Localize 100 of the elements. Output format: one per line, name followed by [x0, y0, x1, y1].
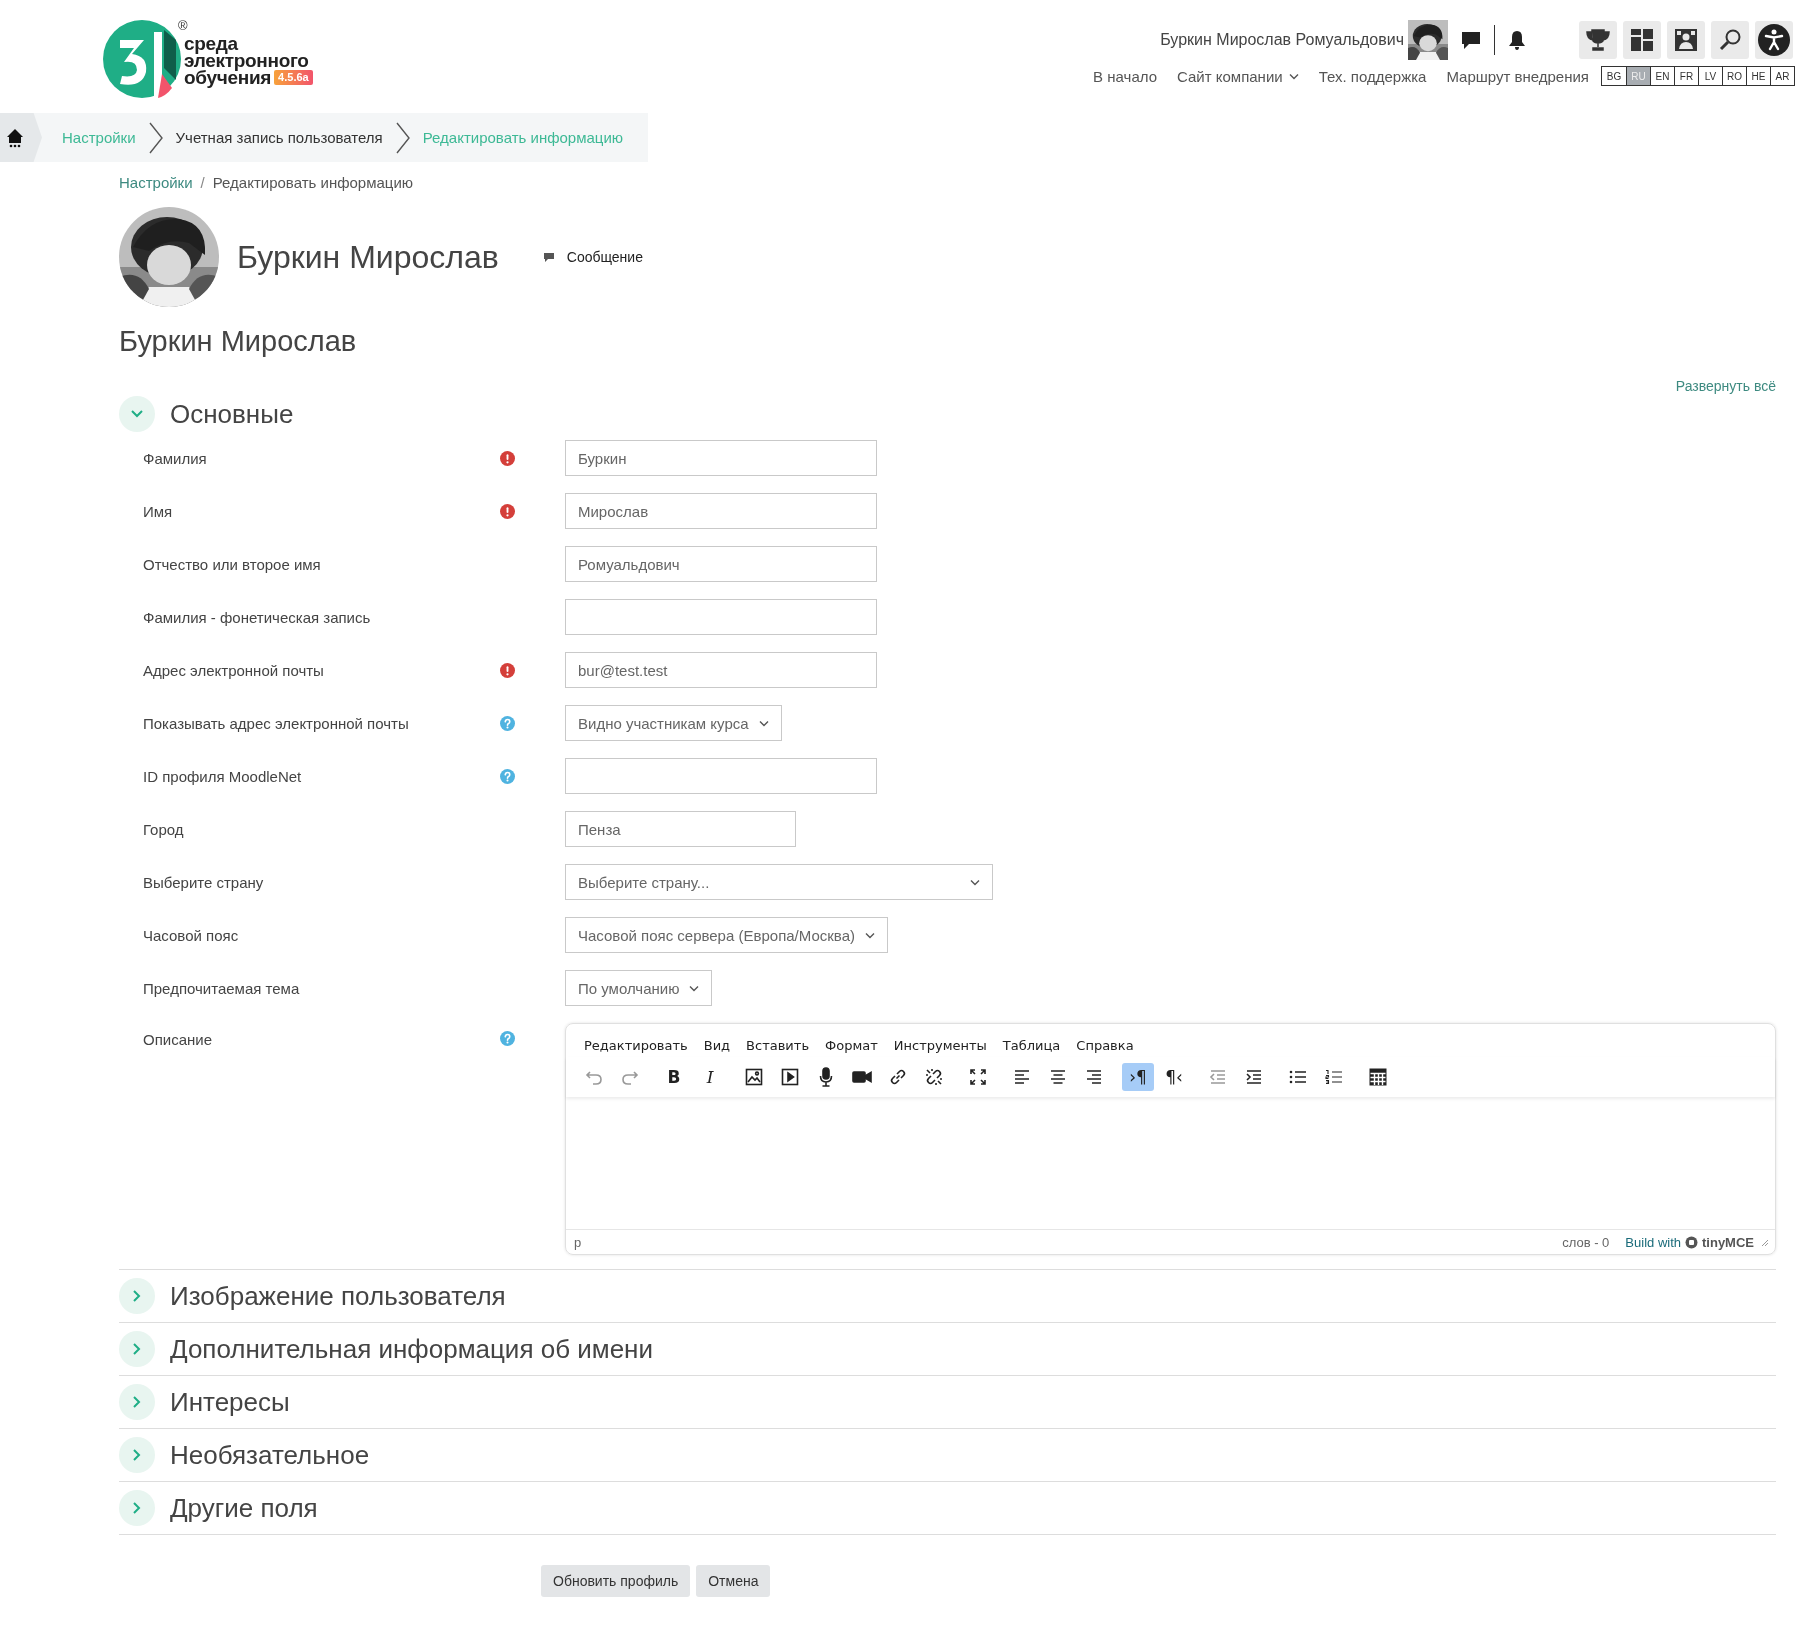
link-icon [888, 1067, 908, 1087]
chevron-icon [147, 120, 164, 155]
breadcrumb-link[interactable]: Учетная запись пользователя [175, 129, 383, 146]
select-field[interactable]: Часовой пояс сервера (Европа/Москва) [565, 917, 888, 953]
search-icon [1718, 28, 1742, 52]
select-field[interactable]: Видно участникам курса [565, 705, 782, 741]
section-toggle[interactable] [119, 1384, 155, 1420]
trophy-icon [1585, 28, 1611, 52]
select-field[interactable]: По умолчанию [565, 970, 713, 1006]
field-label: Отчество или второе имя [143, 555, 322, 573]
fullscreen-icon [968, 1067, 988, 1087]
search-button[interactable] [1711, 21, 1749, 59]
home-button[interactable] [0, 113, 42, 162]
message-button[interactable]: Сообщение [536, 248, 649, 266]
version-badge: 4.5.6a [274, 70, 313, 85]
section-toggle[interactable] [119, 1278, 155, 1314]
field-label: Показывать адрес электронной почты [143, 714, 410, 732]
section-title[interactable]: Дополнительная информация об имени [170, 1333, 653, 1365]
chat-icon[interactable] [1460, 30, 1482, 50]
resize-handle-icon[interactable] [1760, 1237, 1769, 1247]
field-label: Часовой пояс [143, 926, 240, 944]
section-toggle[interactable] [119, 1490, 155, 1526]
nav-link[interactable]: Сайт компании [1177, 67, 1299, 85]
field-label: Выберите страну [143, 873, 265, 891]
nav-link[interactable]: Маршрут внедрения [1446, 67, 1589, 85]
profile-board-button[interactable] [1667, 21, 1705, 59]
dashboard-button[interactable] [1623, 21, 1661, 59]
section-toggle[interactable] [119, 1437, 155, 1473]
section-toggle[interactable] [119, 1331, 155, 1367]
media-icon [780, 1067, 800, 1087]
menu-item[interactable]: Справка [1070, 1034, 1140, 1057]
menu-item[interactable]: Таблица [996, 1034, 1067, 1057]
bold-button[interactable]: B [658, 1063, 690, 1091]
outdent-icon [1208, 1067, 1228, 1087]
text-field[interactable]: Мирослав [565, 493, 877, 529]
user-name[interactable]: Буркин Мирослав Ромуальдович [1160, 31, 1404, 49]
nav-link[interactable]: Тех. поддержка [1318, 67, 1427, 85]
accessibility-icon [1757, 23, 1791, 57]
path-link[interactable]: Редактировать информацию [212, 174, 414, 191]
menu-item[interactable]: Редактировать [578, 1034, 694, 1057]
menu-item[interactable]: Инструменты [887, 1034, 993, 1057]
trophy-button[interactable] [1579, 21, 1617, 59]
text-field[interactable]: bur@test.test [565, 652, 877, 688]
caret-icon [864, 931, 875, 939]
tinymce-logo-icon [1685, 1235, 1698, 1249]
section-title[interactable]: Интересы [170, 1386, 290, 1418]
align-center-icon [1048, 1067, 1068, 1087]
path-separator: / [200, 174, 205, 191]
person-board-icon [1674, 28, 1698, 52]
chat-icon [542, 251, 555, 263]
menu-item[interactable]: Формат [819, 1034, 884, 1057]
section-title[interactable]: Необязательное [170, 1439, 370, 1471]
bell-icon[interactable] [1507, 29, 1527, 51]
section-title[interactable]: Основные [170, 398, 294, 430]
menu-item[interactable]: Вид [697, 1034, 737, 1057]
ltr-button[interactable]: ›¶ [1122, 1063, 1154, 1091]
section-title[interactable]: Изображение пользователя [170, 1280, 506, 1312]
align-left-icon [1012, 1067, 1032, 1087]
align-right-icon [1084, 1067, 1104, 1087]
caret-icon [970, 878, 980, 886]
caret-icon [758, 719, 769, 727]
section-toggle[interactable] [119, 396, 155, 432]
nav-link[interactable]: В начало [1093, 67, 1157, 85]
numbers-icon [1324, 1067, 1344, 1087]
select-field[interactable]: Выберите страну... [565, 864, 993, 900]
text-field[interactable] [565, 758, 877, 794]
path-link[interactable]: Настройки [119, 174, 193, 191]
branding-link[interactable]: Build with tinyMCE [1625, 1234, 1754, 1250]
section-title[interactable]: Другие поля [170, 1492, 318, 1524]
profile-name: Буркин Мирослав [237, 238, 499, 276]
table-icon [1368, 1067, 1388, 1087]
logo-text: среда [184, 35, 238, 52]
expand-all-link[interactable]: Развернуть всё [1675, 378, 1776, 394]
image-icon [744, 1067, 764, 1087]
accessibility-button[interactable] [1755, 21, 1793, 59]
element-path[interactable]: p [574, 1234, 582, 1250]
italic-button[interactable]: I [694, 1063, 726, 1091]
form-button[interactable]: Отмена [696, 1565, 771, 1597]
page-heading: Буркин Мирослав [119, 325, 358, 358]
text-editor[interactable]: Редактировать Вид Вставить Формат Инструменты Таблица Справка B I ›¶ ¶‹ p слов - 0 Build with tinyMCE [565, 1023, 1776, 1255]
indent-icon [1244, 1067, 1264, 1087]
caret-icon [689, 984, 700, 992]
home-icon [6, 127, 24, 148]
rtl-button[interactable]: ¶‹ [1158, 1063, 1190, 1091]
form-button[interactable]: Обновить профиль [541, 1565, 691, 1597]
unlink-icon [924, 1067, 944, 1087]
field-label: Имя [143, 502, 174, 520]
text-field[interactable]: Буркин [565, 440, 877, 476]
menu-item[interactable]: Вставить [740, 1034, 816, 1057]
text-field[interactable]: Ромуальдович [565, 546, 877, 582]
grid-icon [1630, 28, 1654, 52]
word-count: слов - 0 [1562, 1234, 1610, 1250]
chevron-icon [394, 120, 411, 155]
text-field[interactable]: Пенза [565, 811, 796, 847]
field-label: Адрес электронной почты [143, 661, 325, 679]
caret-icon [1288, 72, 1299, 80]
field-label: Город [143, 820, 185, 838]
field-label: Фамилия [143, 449, 208, 467]
text-field[interactable] [565, 599, 877, 635]
field-label: Фамилия - фонетическая запись [143, 608, 372, 626]
